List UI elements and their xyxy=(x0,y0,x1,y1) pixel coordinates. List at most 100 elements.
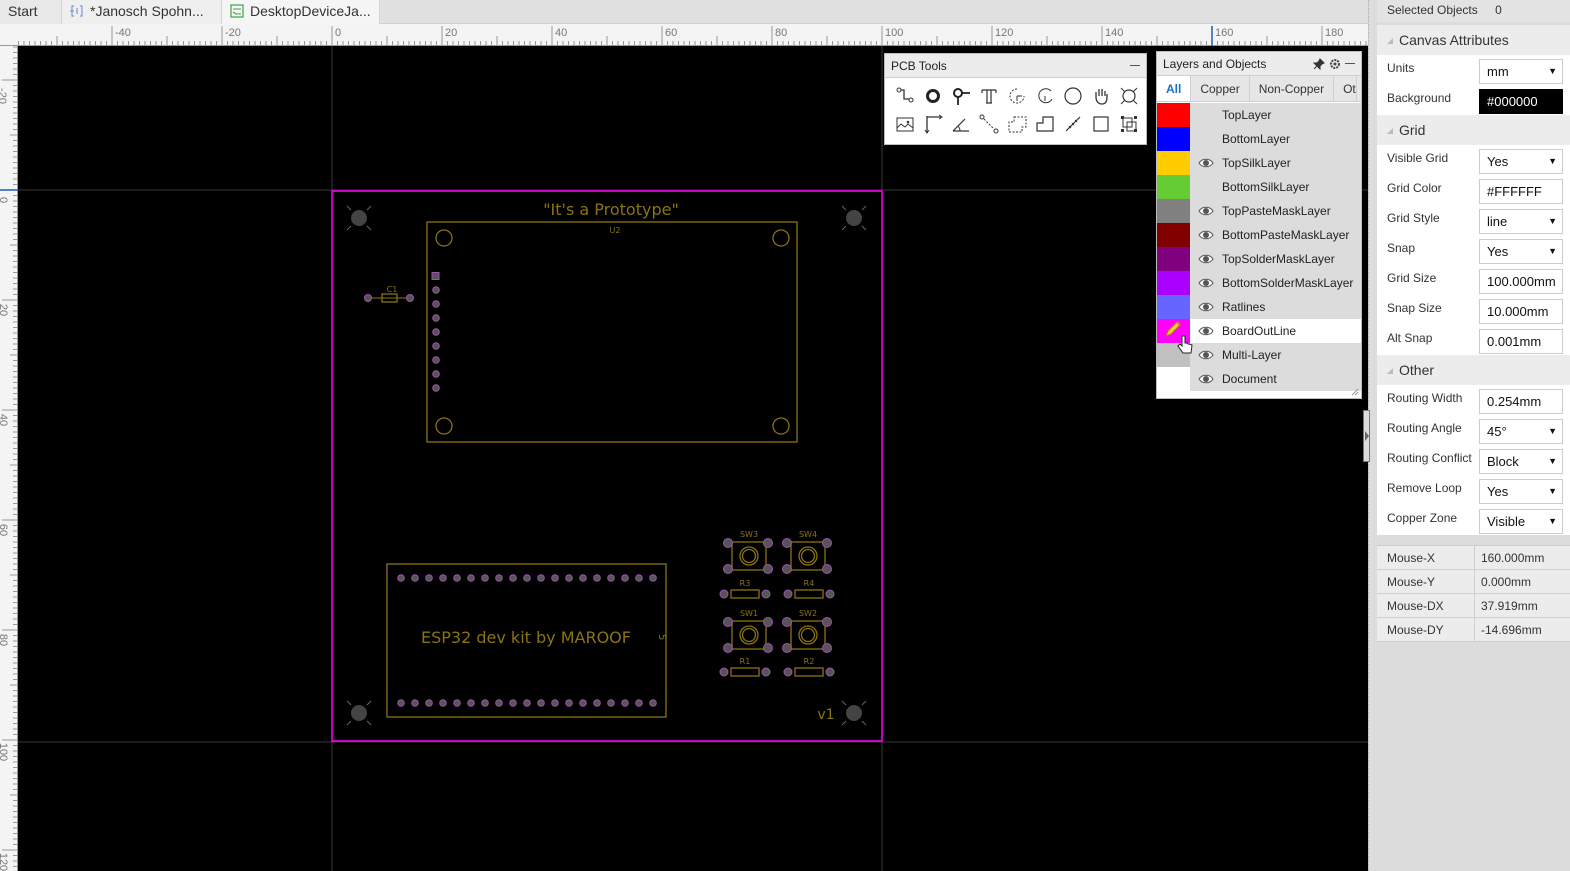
horizontal-ruler[interactable]: -40 -20 0 20 40 60 80 100 120 140 160 18… xyxy=(0,24,1368,46)
resize-grip-icon[interactable] xyxy=(1351,388,1359,396)
switch-sw1[interactable]: SW1 xyxy=(723,609,773,653)
pad[interactable] xyxy=(453,574,461,582)
property-input[interactable]: 0.254mm xyxy=(1479,389,1563,414)
pad[interactable] xyxy=(579,699,587,707)
property-input[interactable]: #000000 xyxy=(1479,89,1563,114)
pad[interactable] xyxy=(551,699,559,707)
pad[interactable] xyxy=(537,699,545,707)
pad[interactable] xyxy=(593,574,601,582)
layer-color-swatch[interactable] xyxy=(1157,295,1190,319)
pin-icon[interactable] xyxy=(1313,58,1325,70)
panel-collapse-handle[interactable] xyxy=(1363,410,1370,462)
pad[interactable] xyxy=(523,699,531,707)
pad[interactable] xyxy=(782,617,792,627)
pad[interactable] xyxy=(761,667,771,677)
pad[interactable] xyxy=(825,667,835,677)
layer-color-swatch[interactable] xyxy=(1157,223,1190,247)
layer-row[interactable]: TopLayer xyxy=(1157,103,1361,127)
pad[interactable] xyxy=(551,574,559,582)
property-select[interactable]: mm xyxy=(1479,59,1563,84)
circle-tool-button[interactable] xyxy=(1059,82,1087,110)
property-input[interactable]: 0.001mm xyxy=(1479,329,1563,354)
mounting-hole[interactable] xyxy=(346,700,372,726)
pad[interactable] xyxy=(782,564,792,574)
capacitor-c1[interactable]: C1 xyxy=(364,285,414,303)
copper-area-tool-button[interactable] xyxy=(1031,110,1059,138)
text-tool-button[interactable] xyxy=(975,82,1003,110)
eye-icon[interactable] xyxy=(1198,229,1214,241)
pad[interactable] xyxy=(481,699,489,707)
pad[interactable] xyxy=(411,699,419,707)
eye-icon[interactable] xyxy=(1198,253,1214,265)
protractor-tool-button[interactable] xyxy=(947,110,975,138)
pad[interactable] xyxy=(822,643,832,653)
property-select[interactable]: Yes xyxy=(1479,239,1563,264)
pad[interactable] xyxy=(593,699,601,707)
eye-icon[interactable] xyxy=(1198,205,1214,217)
eye-icon[interactable] xyxy=(1198,325,1214,337)
pad[interactable] xyxy=(432,342,440,350)
pad[interactable] xyxy=(411,574,419,582)
pad[interactable] xyxy=(635,699,643,707)
section-other[interactable]: Other xyxy=(1377,355,1570,385)
layers-tab-other[interactable]: Ot xyxy=(1334,76,1357,101)
layer-color-swatch[interactable] xyxy=(1157,103,1190,127)
vertical-ruler[interactable]: -20 0 20 40 60 80 100 120 xyxy=(0,46,18,871)
board-title-text[interactable]: "It's a Prototype" xyxy=(543,200,679,219)
eye-icon[interactable] xyxy=(1198,301,1214,313)
eye-icon[interactable] xyxy=(1198,373,1214,385)
pad[interactable] xyxy=(723,643,733,653)
section-grid[interactable]: Grid xyxy=(1377,115,1570,145)
pad[interactable] xyxy=(719,667,729,677)
pad[interactable] xyxy=(425,699,433,707)
property-input[interactable]: 10.000mm xyxy=(1479,299,1563,324)
dimension-tool-button[interactable] xyxy=(919,110,947,138)
pad[interactable] xyxy=(453,699,461,707)
pad[interactable] xyxy=(723,617,733,627)
switch-sw3[interactable]: SW3 xyxy=(723,530,773,574)
pad[interactable] xyxy=(763,617,773,627)
resistor-r3[interactable]: R3 xyxy=(719,579,771,599)
pad[interactable] xyxy=(439,574,447,582)
pad[interactable] xyxy=(782,538,792,548)
pad[interactable] xyxy=(432,356,440,364)
layer-row[interactable]: BottomPasteMaskLayer xyxy=(1157,223,1361,247)
image-tool-button[interactable] xyxy=(891,110,919,138)
pad[interactable] xyxy=(723,538,733,548)
pad[interactable] xyxy=(723,564,733,574)
layer-row[interactable]: TopPasteMaskLayer xyxy=(1157,199,1361,223)
pad[interactable] xyxy=(607,699,615,707)
pad[interactable] xyxy=(825,589,835,599)
rectangle-tool-button[interactable] xyxy=(1087,110,1115,138)
property-input[interactable]: 100.000mm xyxy=(1479,269,1563,294)
pad[interactable] xyxy=(495,699,503,707)
resistor-r1[interactable]: R1 xyxy=(719,657,771,677)
pad[interactable] xyxy=(431,272,440,280)
module-u2-outline[interactable] xyxy=(426,221,798,443)
section-canvas-attributes[interactable]: Canvas Attributes xyxy=(1377,25,1570,55)
layer-row[interactable]: Ratlines xyxy=(1157,295,1361,319)
layer-color-swatch[interactable] xyxy=(1157,127,1190,151)
pad[interactable] xyxy=(783,667,793,677)
layers-tab-all[interactable]: All xyxy=(1157,76,1192,101)
pad[interactable] xyxy=(537,574,545,582)
pad[interactable] xyxy=(822,617,832,627)
arc-center-tool-button[interactable] xyxy=(1003,82,1031,110)
pad[interactable] xyxy=(783,589,793,599)
gear-icon[interactable] xyxy=(1329,58,1341,70)
layers-tab-copper[interactable]: Copper xyxy=(1191,76,1250,101)
layer-color-swatch[interactable] xyxy=(1157,199,1190,223)
pad[interactable] xyxy=(432,314,440,322)
property-input[interactable]: #FFFFFF xyxy=(1479,179,1563,204)
pad[interactable] xyxy=(565,574,573,582)
pad[interactable] xyxy=(822,538,832,548)
connect-pad-tool-button[interactable] xyxy=(975,110,1003,138)
minimize-icon[interactable] xyxy=(1345,63,1355,64)
board-outline[interactable] xyxy=(331,190,883,742)
pad[interactable] xyxy=(467,574,475,582)
minimize-icon[interactable] xyxy=(1130,65,1140,66)
layers-panel-header[interactable]: Layers and Objects xyxy=(1157,52,1361,76)
layer-color-swatch[interactable] xyxy=(1157,367,1190,391)
pad[interactable] xyxy=(425,574,433,582)
group-tool-button[interactable] xyxy=(1115,110,1143,138)
